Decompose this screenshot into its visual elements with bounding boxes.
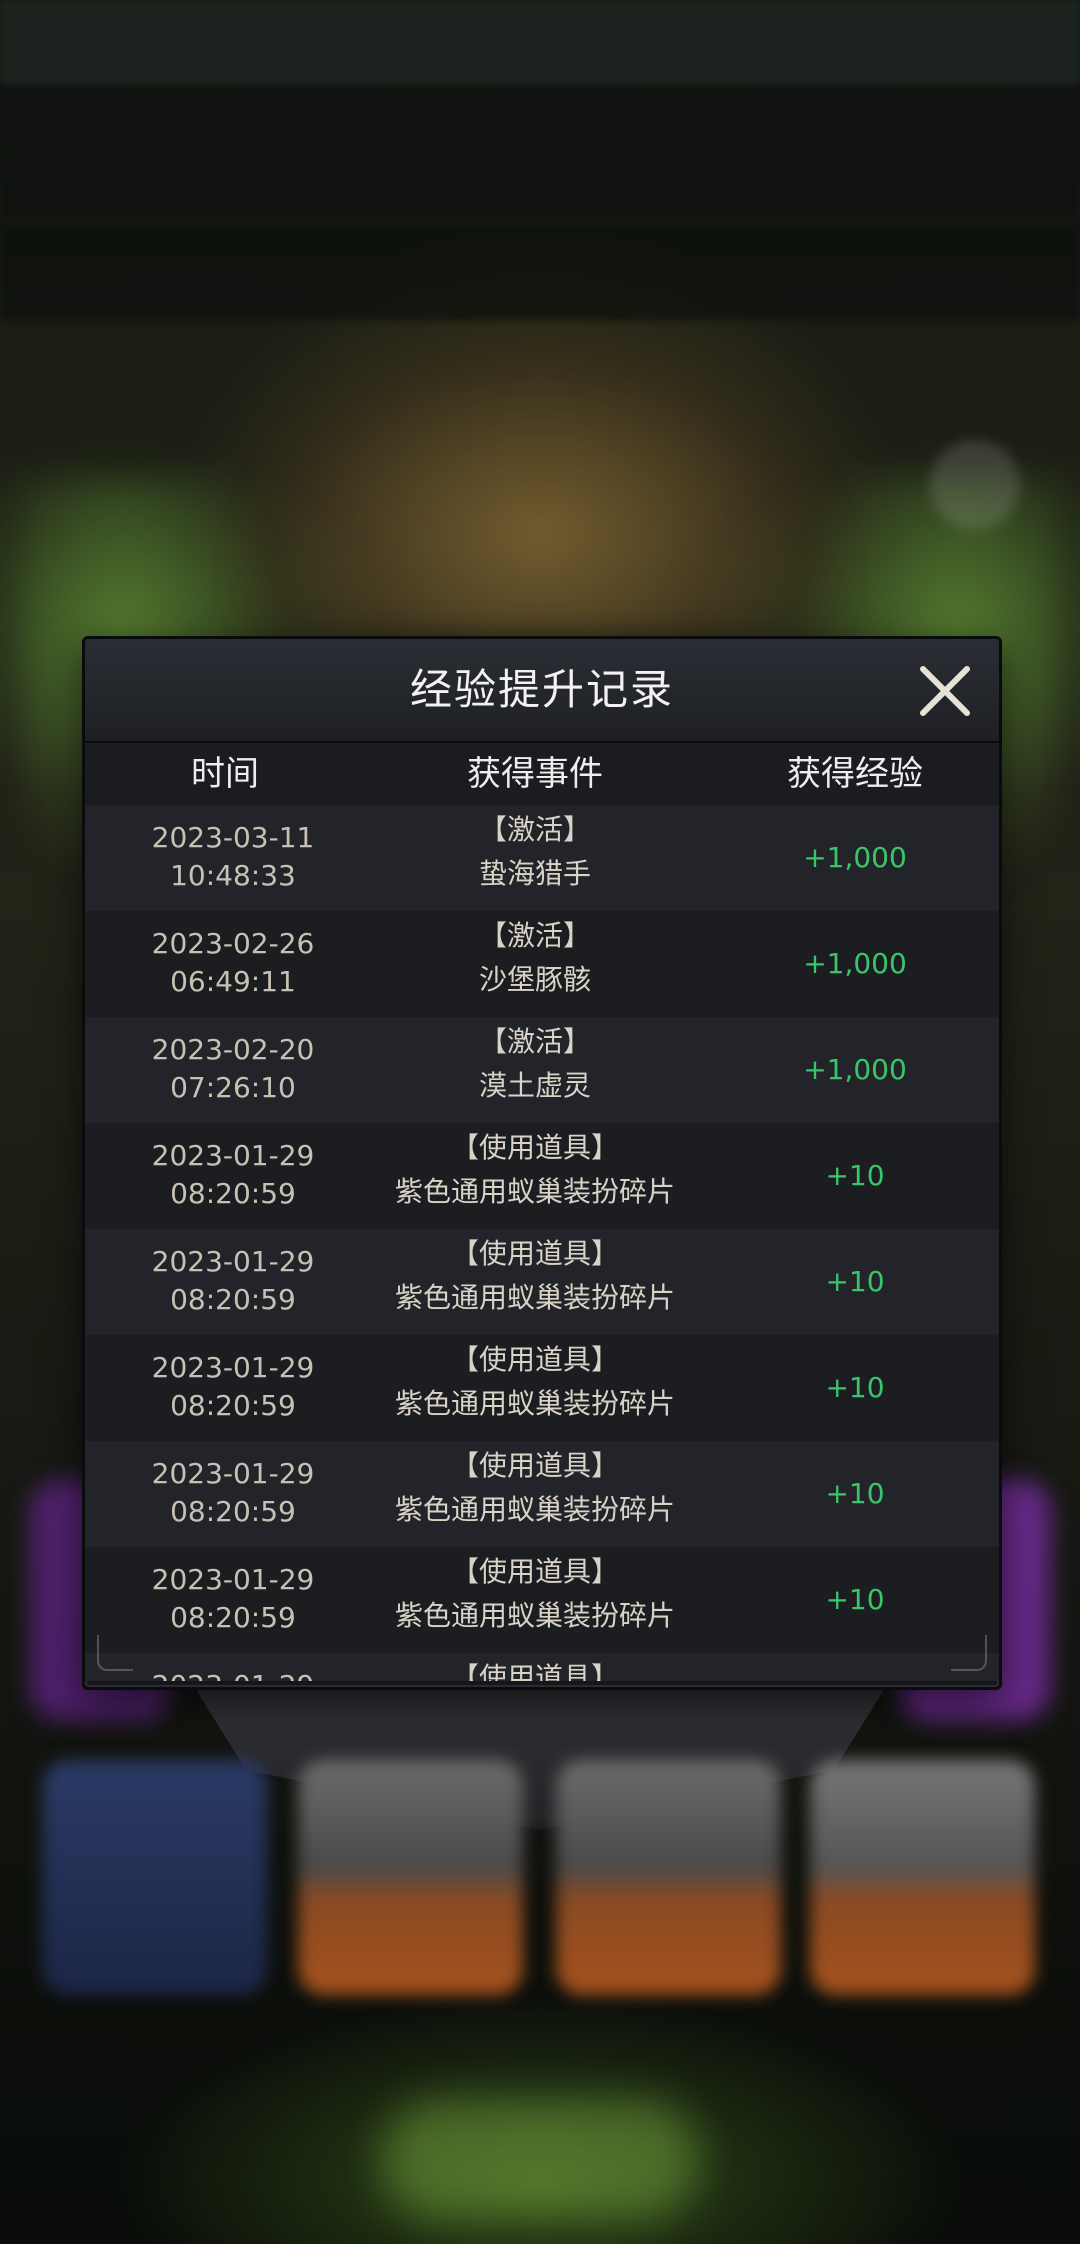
record-event-name: 漠土虚灵 bbox=[478, 1069, 591, 1102]
record-time: 2023-01-29 08:20:59 bbox=[125, 1455, 341, 1531]
record-exp: +1,000 bbox=[803, 841, 907, 874]
table-row: 2023-01-29 08:20:59 【使用道具】 紫色通用蚁巢装扮碎片 +1… bbox=[85, 1441, 999, 1547]
table-row: 2023-01-29 08:20:59 【使用道具】 紫色通用蚁巢装扮碎片 +1… bbox=[85, 1123, 999, 1229]
record-time: 2023-01-29 08:20:59 bbox=[125, 1243, 341, 1319]
record-clock: 08:20:59 bbox=[170, 1495, 296, 1528]
record-event-type: 【激活】 bbox=[478, 1025, 591, 1058]
record-event-name: 紫色通用蚁巢装扮碎片 bbox=[394, 1493, 675, 1526]
table-row: 2023-01-29 08:20:59 【使用道具】 紫色通用蚁巢装扮碎片 +1… bbox=[85, 1229, 999, 1335]
record-exp: +10 bbox=[825, 1477, 885, 1510]
record-date: 2023-02-20 bbox=[151, 1033, 315, 1066]
record-clock: 08:20:59 bbox=[170, 1389, 296, 1422]
table-row: 2023-01-29 【使用道具】 bbox=[85, 1653, 999, 1681]
record-event-name: 紫色通用蚁巢装扮碎片 bbox=[394, 1281, 675, 1314]
record-clock: 08:20:59 bbox=[170, 1601, 296, 1634]
background-item-card bbox=[810, 1760, 1035, 1995]
record-list[interactable]: 2023-03-11 10:48:33 【激活】 蛰海猎手 +1,000 202… bbox=[85, 805, 999, 1681]
record-event-name: 蛰海猎手 bbox=[478, 857, 591, 890]
record-exp bbox=[745, 1653, 965, 1681]
record-date: 2023-01-29 bbox=[125, 1667, 341, 1681]
record-time: 2023-01-29 08:20:59 bbox=[125, 1349, 341, 1425]
background-item-card bbox=[556, 1760, 781, 1995]
table-header: 时间 获得事件 获得经验 bbox=[85, 743, 999, 805]
dialog-title: 经验提升记录 bbox=[409, 665, 674, 714]
column-header-event: 获得事件 bbox=[467, 754, 603, 794]
record-time: 2023-01-29 bbox=[125, 1667, 341, 1681]
record-time: 2023-01-29 08:20:59 bbox=[125, 1561, 341, 1637]
background-header bbox=[0, 90, 1080, 220]
record-event-type: 【使用道具】 bbox=[450, 1661, 619, 1681]
record-event-type: 【使用道具】 bbox=[450, 1237, 619, 1270]
record-date: 2023-02-26 bbox=[151, 927, 315, 960]
record-exp: +10 bbox=[825, 1159, 885, 1192]
background-status-bar bbox=[0, 0, 1080, 86]
close-icon bbox=[920, 666, 970, 716]
record-event-name: 紫色通用蚁巢装扮碎片 bbox=[394, 1175, 675, 1208]
record-exp: +1,000 bbox=[803, 947, 907, 980]
frame-corner-decoration bbox=[951, 1635, 987, 1671]
table-row: 2023-01-29 08:20:59 【使用道具】 紫色通用蚁巢装扮碎片 +1… bbox=[85, 1335, 999, 1441]
column-header-exp: 获得经验 bbox=[787, 754, 923, 794]
record-time: 2023-01-29 08:20:59 bbox=[125, 1137, 341, 1213]
record-event-type: 【使用道具】 bbox=[450, 1343, 619, 1376]
frame-corner-decoration bbox=[97, 1635, 133, 1671]
record-event-type: 【使用道具】 bbox=[450, 1131, 619, 1164]
background-arch bbox=[230, 330, 850, 630]
record-exp: +10 bbox=[825, 1371, 885, 1404]
record-clock: 06:49:11 bbox=[170, 965, 296, 998]
record-exp: +10 bbox=[825, 1583, 885, 1616]
record-event-name: 紫色通用蚁巢装扮碎片 bbox=[394, 1387, 675, 1420]
background-banner bbox=[190, 1680, 890, 1830]
record-date: 2023-01-29 bbox=[151, 1139, 315, 1172]
background-action-button bbox=[380, 2100, 700, 2220]
record-event-type: 【激活】 bbox=[478, 919, 591, 952]
record-exp: +1,000 bbox=[803, 1053, 907, 1086]
table-row: 2023-01-29 08:20:59 【使用道具】 紫色通用蚁巢装扮碎片 +1… bbox=[85, 1547, 999, 1653]
screen: 经验提升记录 时间 获得事件 获得经验 2023-03-11 10:48:33 … bbox=[0, 0, 1080, 2244]
close-button[interactable] bbox=[915, 661, 975, 721]
record-date: 2023-01-29 bbox=[151, 1563, 315, 1596]
background-tabs bbox=[0, 225, 1080, 320]
record-date: 2023-01-29 bbox=[151, 1457, 315, 1490]
record-event-type: 【使用道具】 bbox=[450, 1555, 619, 1588]
background-item-card bbox=[42, 1760, 267, 1995]
record-time: 2023-02-26 06:49:11 bbox=[125, 925, 341, 1001]
record-time: 2023-02-20 07:26:10 bbox=[125, 1031, 341, 1107]
table-row: 2023-02-26 06:49:11 【激活】 沙堡豚骸 +1,000 bbox=[85, 911, 999, 1017]
record-event-type: 【使用道具】 bbox=[450, 1449, 619, 1482]
record-date: 2023-03-11 bbox=[151, 821, 315, 854]
record-event-name: 紫色通用蚁巢装扮碎片 bbox=[394, 1599, 675, 1632]
record-date: 2023-01-29 bbox=[151, 1245, 315, 1278]
record-clock: 07:26:10 bbox=[170, 1071, 296, 1104]
record-date: 2023-01-29 bbox=[151, 1351, 315, 1384]
column-header-time: 时间 bbox=[191, 754, 259, 794]
background-item-card bbox=[298, 1760, 523, 1995]
table-row: 2023-02-20 07:26:10 【激活】 漠土虚灵 +1,000 bbox=[85, 1017, 999, 1123]
record-event-type: 【激活】 bbox=[478, 813, 591, 846]
record-time: 2023-03-11 10:48:33 bbox=[125, 819, 341, 895]
record-exp: +10 bbox=[825, 1265, 885, 1298]
table-row: 2023-03-11 10:48:33 【激活】 蛰海猎手 +1,000 bbox=[85, 805, 999, 911]
background-close-icon bbox=[930, 440, 1020, 530]
record-clock: 10:48:33 bbox=[170, 859, 296, 892]
record-event-name: 沙堡豚骸 bbox=[478, 963, 591, 996]
exp-record-dialog: 经验提升记录 时间 获得事件 获得经验 2023-03-11 10:48:33 … bbox=[82, 636, 1002, 1690]
record-clock: 08:20:59 bbox=[170, 1283, 296, 1316]
record-clock: 08:20:59 bbox=[170, 1177, 296, 1210]
